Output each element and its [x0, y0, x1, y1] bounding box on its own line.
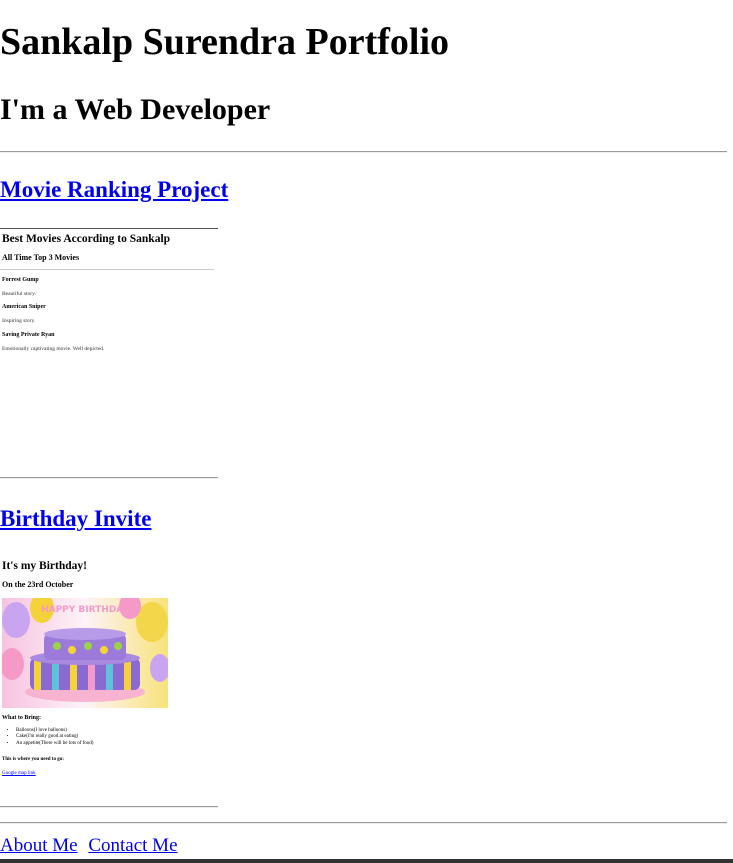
divider	[0, 822, 727, 824]
birthday-invite-preview-frame: It's my Birthday! On the 23rd October HA…	[0, 552, 218, 798]
divider	[0, 151, 727, 153]
movie-ranking-project-link[interactable]: Movie Ranking Project	[0, 176, 228, 204]
movie-title: Forrest Gump	[2, 277, 39, 283]
birthday-invite-link[interactable]: Birthday Invite	[0, 505, 151, 533]
movie-description: Inspiring story.	[2, 318, 36, 324]
birthday-preview-date: On the 23rd October	[2, 580, 74, 589]
movie-description: Emotionally captivating movie. Well depi…	[2, 346, 105, 352]
page-title: Sankalp Surendra Portfolio	[0, 21, 450, 63]
birthday-preview-title: It's my Birthday!	[2, 560, 87, 572]
bring-heading: What to Bring:	[2, 715, 41, 721]
movie-preview-title: Best Movies According to Sankalp	[2, 233, 171, 245]
contact-me-link[interactable]: Contact Me	[88, 835, 177, 856]
birthday-cake-image: HAPPY BIRTHDAY	[2, 598, 168, 708]
google-map-link[interactable]: Google map link	[2, 771, 36, 776]
page-subtitle: I'm a Web Developer	[0, 93, 271, 126]
movie-preview-subtitle: All Time Top 3 Movies	[2, 253, 80, 262]
movie-preview-divider	[0, 269, 214, 270]
cake-banner-text: HAPPY BIRTHDAY	[41, 605, 129, 615]
bottom-border	[0, 859, 733, 863]
divider	[0, 806, 218, 808]
list-item: An appetite(There will be lots of food)	[16, 741, 93, 747]
about-me-link[interactable]: About Me	[0, 835, 78, 856]
movie-ranking-preview-frame: Best Movies According to Sankalp All Tim…	[0, 228, 218, 467]
footer-nav: About Me Contact Me	[0, 834, 184, 858]
movie-description: Beautiful story.	[2, 291, 36, 297]
location-heading: This is where you need to go:	[2, 757, 64, 762]
bring-list: Balloons(I love balloons) Cake(I'm reall…	[6, 728, 93, 747]
divider	[0, 477, 218, 479]
movie-title: Saving Private Ryan	[2, 332, 55, 338]
movie-title: American Sniper	[2, 304, 46, 310]
